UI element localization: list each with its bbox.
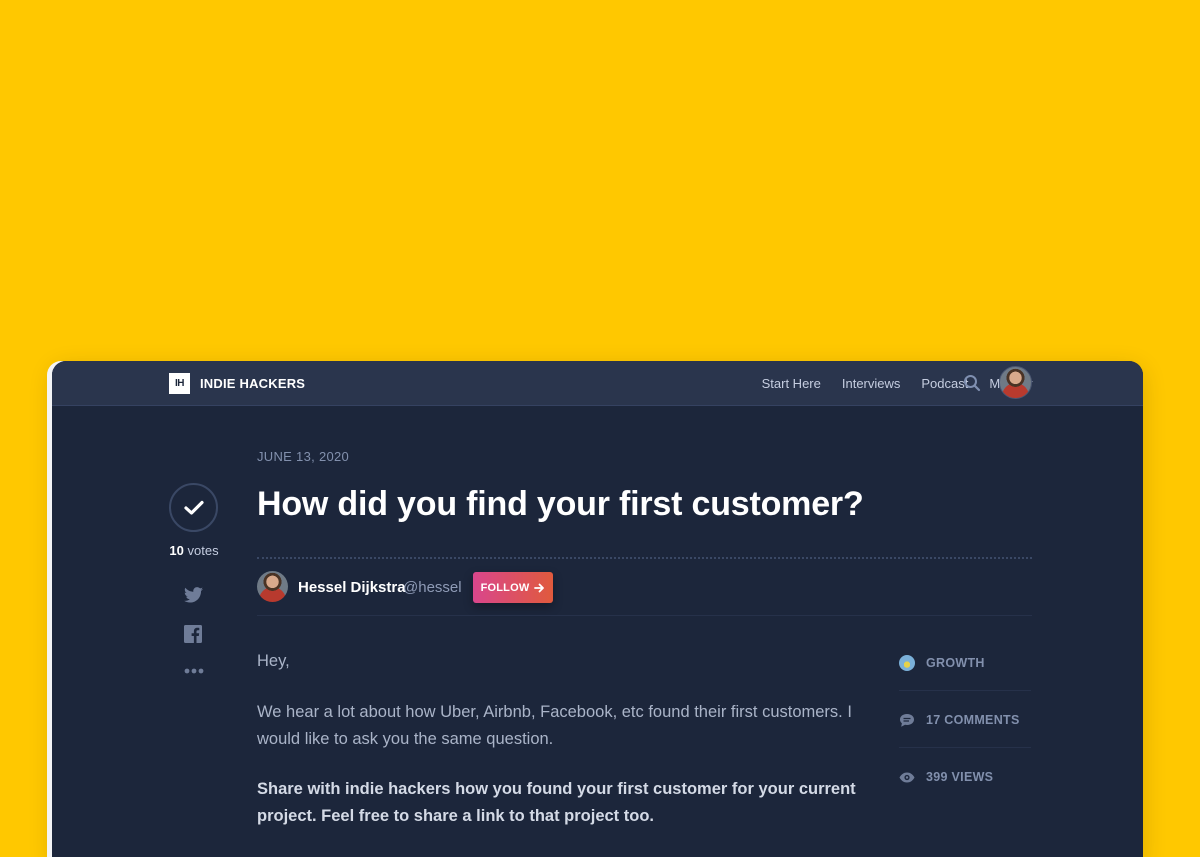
group-link[interactable]: GROWTH (899, 655, 985, 671)
browser-window: IH INDIE HACKERS Start Here Interviews P… (52, 361, 1143, 857)
more-dots-icon[interactable] (184, 668, 204, 674)
author-avatar[interactable] (257, 571, 288, 602)
author-handle[interactable]: @hessel (403, 579, 462, 596)
upvote-button[interactable] (169, 483, 218, 532)
views-count: 399 VIEWS (926, 770, 994, 784)
author-name[interactable]: Hessel Dijkstra (298, 579, 406, 596)
vote-count: 10 votes (169, 543, 219, 558)
sidebar-divider (899, 747, 1031, 748)
arrow-right-icon (534, 583, 545, 592)
views-count-item: 399 VIEWS (899, 769, 993, 785)
follow-label: FOLLOW (480, 581, 530, 594)
nav-link-podcast[interactable]: Podcast (921, 376, 968, 391)
logo-mark: IH (169, 373, 190, 394)
eye-icon (899, 769, 915, 785)
user-avatar[interactable] (999, 366, 1032, 399)
nav-link-interviews[interactable]: Interviews (842, 376, 901, 391)
title-divider (257, 557, 1032, 559)
post-greeting: Hey, (257, 652, 290, 670)
group-label: GROWTH (926, 656, 985, 670)
vote-count-number: 10 (169, 543, 184, 558)
comments-link[interactable]: 17 COMMENTS (899, 712, 1020, 728)
sidebar-divider (899, 690, 1031, 691)
nav-link-start-here[interactable]: Start Here (762, 376, 821, 391)
nav-links: Start Here Interviews Podcast More (741, 361, 1033, 406)
follow-button[interactable]: FOLLOW (473, 572, 553, 603)
growth-icon (899, 655, 915, 671)
post-date: JUNE 13, 2020 (257, 449, 350, 464)
search-icon[interactable] (963, 374, 981, 392)
author-divider (257, 615, 1032, 616)
twitter-icon[interactable] (184, 587, 203, 603)
comment-icon (899, 712, 915, 728)
logo-text: INDIE HACKERS (200, 376, 306, 391)
comments-count: 17 COMMENTS (926, 713, 1020, 727)
site-logo[interactable]: IH INDIE HACKERS (169, 373, 305, 394)
post-paragraph-2: Share with indie hackers how you found y… (257, 780, 856, 825)
top-navbar: IH INDIE HACKERS Start Here Interviews P… (52, 361, 1143, 406)
check-icon (183, 500, 204, 515)
vote-count-label: votes (187, 543, 219, 558)
post-title: How did you find your first customer? (257, 485, 864, 523)
facebook-icon[interactable] (184, 625, 202, 643)
post-paragraph-1: We hear a lot about how Uber, Airbnb, Fa… (257, 703, 852, 748)
